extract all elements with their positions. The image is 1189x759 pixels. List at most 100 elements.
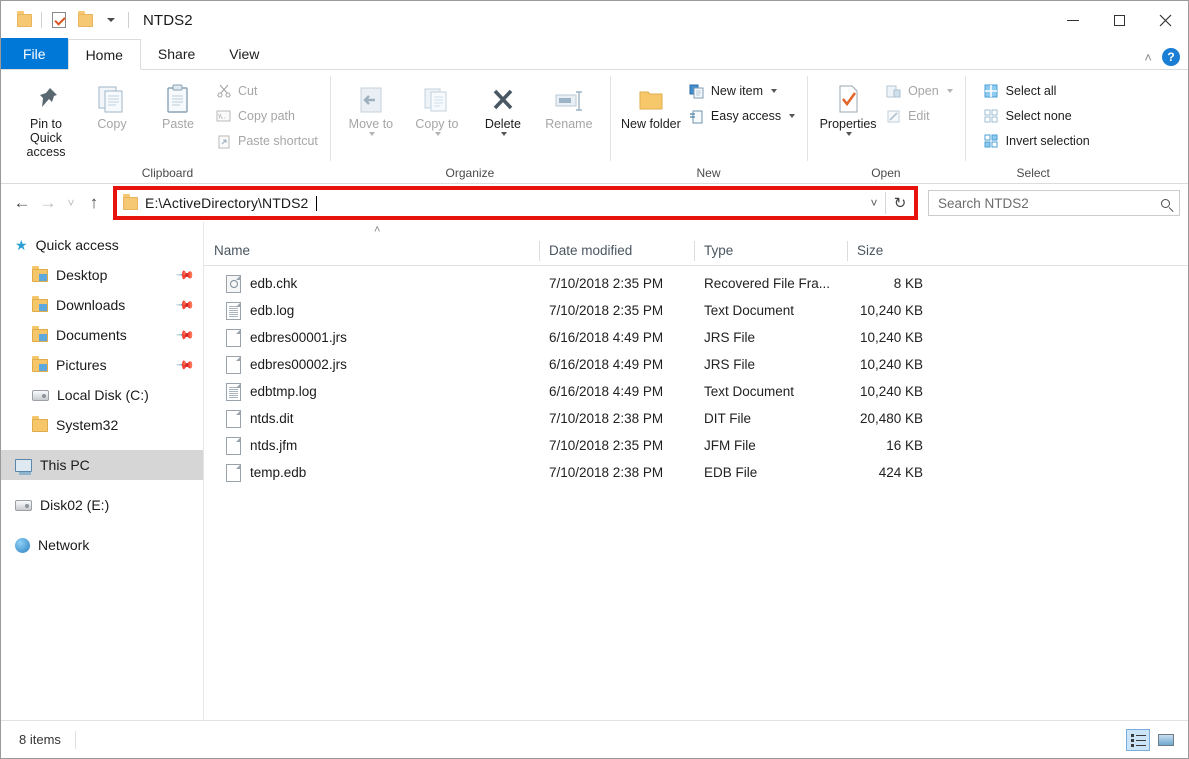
chevron-down-icon[interactable] — [434, 132, 441, 136]
column-header-date-modified[interactable]: Date modified — [539, 236, 694, 266]
group-label-select: Select — [1016, 166, 1050, 180]
title-bar: NTDS2 — [1, 1, 1188, 39]
back-button[interactable]: ← — [9, 190, 35, 216]
tab-file[interactable]: File — [1, 38, 68, 69]
minimize-button[interactable] — [1050, 1, 1096, 39]
close-button[interactable] — [1142, 1, 1188, 39]
table-row[interactable]: edbres00001.jrs 6/16/2018 4:49 PM JRS Fi… — [204, 324, 1188, 351]
tab-share[interactable]: Share — [141, 38, 212, 69]
open-button[interactable]: Open — [881, 80, 957, 102]
new-item-button[interactable]: New item — [684, 80, 799, 102]
file-list-pane: ˄ Name Date modified Type Size edb.chk 7… — [204, 222, 1188, 720]
file-size: 20,480 KB — [859, 411, 923, 426]
properties-button[interactable]: Properties — [815, 74, 881, 136]
select-none-button[interactable]: Select none — [979, 105, 1094, 127]
window-title: NTDS2 — [143, 11, 193, 29]
sidebar-item-documents[interactable]: Documents 📌 — [1, 320, 203, 350]
pin-icon[interactable]: 📌 — [175, 355, 195, 375]
sidebar-item-desktop[interactable]: Desktop 📌 — [1, 260, 203, 290]
search-input[interactable]: Search NTDS2 — [938, 196, 1161, 211]
copy-button[interactable]: Copy — [79, 74, 145, 131]
ribbon-group-select: Select all Select none Invert selection — [964, 70, 1102, 183]
sidebar-item-label: System32 — [56, 417, 119, 433]
file-type: JFM File — [704, 438, 756, 453]
address-input[interactable]: E:\ActiveDirectory\NTDS2 — [117, 191, 863, 215]
cut-label: Cut — [238, 84, 258, 98]
address-dropdown-icon[interactable]: ˅ — [863, 196, 885, 210]
search-icon[interactable] — [1161, 198, 1170, 208]
large-icons-view-button[interactable] — [1154, 729, 1178, 751]
select-all-button[interactable]: Select all — [979, 80, 1094, 102]
divider — [41, 12, 42, 28]
new-folder-button[interactable]: New folder — [618, 74, 684, 131]
pin-icon[interactable]: 📌 — [175, 295, 195, 315]
chevron-down-icon[interactable] — [368, 132, 375, 136]
collapse-ribbon-icon[interactable]: ˄ — [1144, 50, 1152, 65]
refresh-button[interactable]: ↻ — [886, 194, 914, 212]
paste-shortcut-button[interactable]: Paste shortcut — [211, 130, 322, 152]
rename-icon — [553, 80, 585, 114]
ribbon-group-organize: Move to Copy to Delete Rename Organize — [329, 70, 610, 183]
file-name: edb.log — [250, 303, 295, 318]
details-view-button[interactable] — [1126, 728, 1150, 751]
recent-locations-button[interactable]: ˅ — [61, 190, 81, 216]
column-header-name[interactable]: Name — [204, 236, 539, 266]
ribbon-group-clipboard: Pin to Quick access Copy Paste Cut \\.. … — [5, 70, 330, 183]
table-row[interactable]: ntds.dit 7/10/2018 2:38 PM DIT File 20,4… — [204, 405, 1188, 432]
table-row[interactable]: ntds.jfm 7/10/2018 2:35 PM JFM File 16 K… — [204, 432, 1188, 459]
table-row[interactable]: edbres00002.jrs 6/16/2018 4:49 PM JRS Fi… — [204, 351, 1188, 378]
file-size: 424 KB — [878, 465, 923, 480]
sidebar-item-system32[interactable]: System32 — [1, 410, 203, 440]
sidebar-item-downloads[interactable]: Downloads 📌 — [1, 290, 203, 320]
file-date: 7/10/2018 2:35 PM — [549, 276, 664, 291]
customize-caret-icon[interactable] — [98, 7, 124, 33]
pin-icon[interactable]: 📌 — [175, 325, 195, 345]
table-row[interactable]: temp.edb 7/10/2018 2:38 PM EDB File 424 … — [204, 459, 1188, 486]
pin-icon[interactable]: 📌 — [175, 265, 195, 285]
chevron-down-icon[interactable] — [846, 132, 853, 136]
chevron-down-icon[interactable] — [789, 114, 796, 118]
file-type: Text Document — [704, 303, 795, 318]
delete-button[interactable]: Delete — [470, 74, 536, 136]
invert-selection-button[interactable]: Invert selection — [979, 130, 1094, 152]
table-row[interactable]: edb.chk 7/10/2018 2:35 PM Recovered File… — [204, 270, 1188, 297]
tab-view[interactable]: View — [212, 38, 276, 69]
sidebar-item-label: Desktop — [56, 267, 108, 283]
file-name-cell: ntds.dit — [204, 409, 539, 428]
forward-button[interactable]: → — [35, 190, 61, 216]
column-header-type[interactable]: Type — [694, 236, 847, 266]
chevron-down-icon[interactable] — [946, 89, 953, 93]
help-icon[interactable]: ? — [1162, 48, 1180, 66]
cut-button[interactable]: Cut — [211, 80, 322, 102]
sidebar-item-quick-access[interactable]: ★ Quick access — [1, 230, 203, 260]
paste-button[interactable]: Paste — [145, 74, 211, 131]
table-row[interactable]: edb.log 7/10/2018 2:35 PM Text Document … — [204, 297, 1188, 324]
chevron-down-icon[interactable] — [500, 132, 507, 136]
copy-path-button[interactable]: \\.. Copy path — [211, 105, 322, 127]
delete-label: Delete — [484, 117, 521, 131]
tab-home[interactable]: Home — [67, 39, 141, 70]
copy-to-button[interactable]: Copy to — [404, 74, 470, 136]
column-header-size[interactable]: Size — [847, 236, 937, 266]
folder-icon — [11, 7, 37, 33]
search-box[interactable]: Search NTDS2 — [928, 190, 1180, 216]
table-row[interactable]: edbtmp.log 6/16/2018 4:49 PM Text Docume… — [204, 378, 1188, 405]
checkbox-properties-icon[interactable] — [46, 7, 72, 33]
move-to-button[interactable]: Move to — [338, 74, 404, 136]
pin-to-quick-access-button[interactable]: Pin to Quick access — [13, 74, 79, 159]
sidebar-item-pictures[interactable]: Pictures 📌 — [1, 350, 203, 380]
new-folder-quick-icon[interactable] — [72, 7, 98, 33]
up-button[interactable]: ↑ — [81, 190, 107, 216]
rename-button[interactable]: Rename — [536, 74, 602, 131]
ribbon-toolbar: Pin to Quick access Copy Paste Cut \\.. … — [1, 70, 1188, 184]
sidebar-item-local-disk-c[interactable]: Local Disk (C:) — [1, 380, 203, 410]
edit-button[interactable]: Edit — [881, 105, 957, 127]
sidebar-item-network[interactable]: Network — [1, 530, 203, 560]
sidebar-item-label: Disk02 (E:) — [40, 497, 110, 513]
sidebar-item-disk02-e[interactable]: Disk02 (E:) — [1, 490, 203, 520]
easy-access-button[interactable]: Easy access — [684, 105, 799, 127]
maximize-button[interactable] — [1096, 1, 1142, 39]
status-bar: 8 items — [1, 720, 1188, 758]
chevron-down-icon[interactable] — [771, 89, 777, 93]
sidebar-item-this-pc[interactable]: This PC — [1, 450, 203, 480]
